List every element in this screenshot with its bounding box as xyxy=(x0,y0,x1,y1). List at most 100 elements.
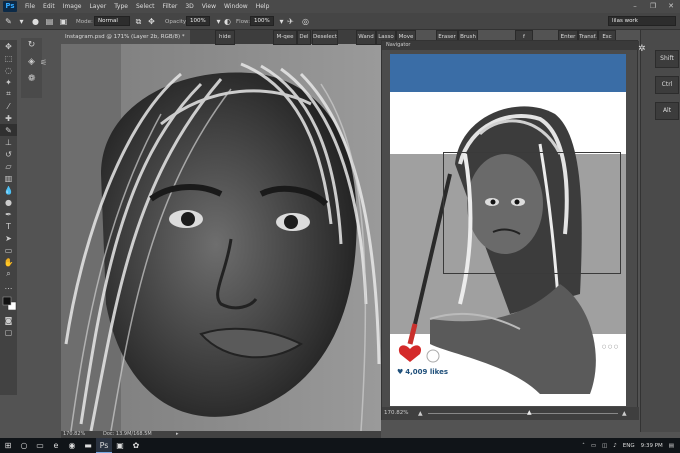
delete-shortcut-button[interactable]: Del xyxy=(297,30,311,45)
menu-edit[interactable]: Edit xyxy=(39,3,59,10)
type-tool-icon[interactable]: T xyxy=(0,220,17,232)
toggle-brush-panel-icon[interactable]: ▣ xyxy=(58,16,69,27)
firefox-icon[interactable]: ◉ xyxy=(64,438,80,453)
menu-layer[interactable]: Layer xyxy=(85,3,110,10)
more-tools-icon[interactable]: … xyxy=(0,280,17,292)
close-button[interactable]: ✕ xyxy=(662,0,680,13)
blur-tool-icon[interactable]: 💧 xyxy=(0,184,17,196)
navigator-zoom[interactable]: 170.82% xyxy=(384,410,408,416)
gear-icon[interactable]: ✲ xyxy=(638,44,650,56)
zoom-level[interactable]: 170.82% xyxy=(63,431,85,438)
pen-tool-icon[interactable]: ✒ xyxy=(0,208,17,220)
menu-3d[interactable]: 3D xyxy=(181,3,197,10)
document-tab[interactable]: Instagram.psd @ 171% (Layer 2b, RGB/8) *… xyxy=(61,30,191,44)
zoom-slider[interactable] xyxy=(428,413,618,414)
store-icon[interactable]: ▣ xyxy=(112,438,128,453)
zoom-in-icon[interactable]: ▲ xyxy=(622,410,627,417)
opacity-field[interactable]: 100% xyxy=(186,16,210,26)
magic-wand-icon[interactable]: ✦ xyxy=(0,76,17,88)
menu-view[interactable]: View xyxy=(198,3,220,10)
shift-key-button[interactable]: Shift xyxy=(655,50,679,68)
move-tool-icon[interactable]: ✥ xyxy=(0,40,17,52)
battery-icon[interactable]: ▭ xyxy=(591,443,596,449)
brush-tool-icon[interactable]: ✎ xyxy=(3,16,14,27)
dodge-tool-icon[interactable]: ● xyxy=(0,196,17,208)
zoom-out-icon[interactable]: ▲ xyxy=(418,410,423,417)
menu-select[interactable]: Select xyxy=(132,3,159,10)
zoom-slider-handle[interactable]: ▲ xyxy=(527,409,532,416)
pressure-size-icon[interactable]: ◎ xyxy=(300,16,311,27)
hand-tool-icon[interactable]: ✋ xyxy=(0,256,17,268)
airbrush-icon[interactable]: ✈ xyxy=(285,16,296,27)
tray-up-chevron-icon[interactable]: ˄ xyxy=(582,443,585,449)
lasso-tool-icon[interactable]: ◌ xyxy=(0,64,17,76)
layers-icon[interactable]: ◈ xyxy=(21,55,42,69)
brush-settings-icon[interactable]: ▤ xyxy=(44,16,55,27)
carousel-dots: ○ ○ ○ xyxy=(602,344,619,350)
history-brush-icon[interactable]: ↺ xyxy=(0,148,17,160)
navigator-view-box[interactable] xyxy=(443,152,621,274)
crop-tool-icon[interactable]: ⌗ xyxy=(0,88,17,100)
marquee-shortcut-button[interactable]: M-qee xyxy=(273,30,297,45)
menu-type[interactable]: Type xyxy=(110,3,132,10)
color-swatches-icon[interactable] xyxy=(0,292,17,314)
clone-stamp-icon[interactable]: ⊥ xyxy=(0,136,17,148)
marquee-tool-icon[interactable]: ⬚ xyxy=(0,52,17,64)
task-view-icon[interactable]: ▭ xyxy=(32,438,48,453)
navigator-title: Navigator xyxy=(386,42,411,48)
document-canvas[interactable] xyxy=(61,44,381,431)
move-arrows-icon[interactable]: ✥ xyxy=(146,16,157,27)
menu-help[interactable]: Help xyxy=(252,3,274,10)
photoshop-taskbar-icon[interactable]: Ps xyxy=(96,438,112,453)
ctrl-key-button[interactable]: Ctrl xyxy=(655,76,679,94)
document-title: Instagram.psd @ 171% (Layer 2b, RGB/8) * xyxy=(65,34,185,40)
eraser-tool-icon[interactable]: ▱ xyxy=(0,160,17,172)
menu-filter[interactable]: Filter xyxy=(159,3,182,10)
navigator-preview[interactable]: ♥ 4,009 likes ○ ○ ○ xyxy=(390,54,626,406)
screen-mode-icon[interactable]: ▢ xyxy=(0,326,17,338)
menu-bar: Ps File Edit Image Layer Type Select Fil… xyxy=(0,0,680,13)
menu-window[interactable]: Window xyxy=(220,3,252,10)
zoom-tool-icon[interactable]: ⌕ xyxy=(0,268,17,280)
shape-tool-icon[interactable]: ▭ xyxy=(0,244,17,256)
volume-icon[interactable]: ♪ xyxy=(613,443,617,449)
history-icon[interactable]: ↻ xyxy=(21,38,42,52)
minimize-button[interactable]: – xyxy=(626,0,644,13)
windows-taskbar: ⊞ ○ ▭ e ◉ ▬ Ps ▣ ✿ ˄ ▭ ◫ ♪ ENG 9:39 PM ▤ xyxy=(0,438,680,453)
workspace-select[interactable]: lilas work xyxy=(608,16,676,26)
start-windows-icon[interactable]: ⊞ xyxy=(0,438,16,453)
navigator-header[interactable]: Navigator xyxy=(382,41,639,50)
brush-tool-icon[interactable]: ✎ xyxy=(0,124,17,136)
likes-heart-icon: ♥ xyxy=(397,368,404,376)
quick-mask-icon[interactable]: ◙ xyxy=(0,314,17,326)
healing-brush-icon[interactable]: ✚ xyxy=(0,112,17,124)
notifications-icon[interactable]: ▤ xyxy=(669,443,674,449)
clock[interactable]: 9:39 PM xyxy=(641,443,663,449)
alt-key-button[interactable]: Alt xyxy=(655,102,679,120)
tab-close-icon[interactable]: × xyxy=(189,34,190,40)
menu-file[interactable]: File xyxy=(21,3,39,10)
hide-shortcut-button[interactable]: hide xyxy=(215,30,235,45)
eyedropper-icon[interactable]: ⁄ xyxy=(0,100,17,112)
flow-field[interactable]: 100% xyxy=(250,16,274,26)
language-indicator[interactable]: ENG xyxy=(623,443,635,449)
gradient-tool-icon[interactable]: ▥ xyxy=(0,172,17,184)
chevron-down-icon[interactable]: ▾ xyxy=(16,16,27,27)
brush-size-icon[interactable]: ● xyxy=(30,16,41,27)
arrange-icon[interactable]: ⧉ xyxy=(133,16,144,27)
mode-select[interactable]: Normal xyxy=(94,16,130,26)
menu-image[interactable]: Image xyxy=(59,3,86,10)
search-icon[interactable]: ○ xyxy=(16,438,32,453)
file-explorer-icon[interactable]: ▬ xyxy=(80,438,96,453)
chevron-right-icon[interactable]: ▸ xyxy=(176,431,179,438)
pressure-opacity-icon[interactable]: ◐ xyxy=(222,16,233,27)
wand-shortcut-button[interactable]: Wand xyxy=(356,30,376,45)
edge-icon[interactable]: e xyxy=(48,438,64,453)
network-icon[interactable]: ◫ xyxy=(602,443,607,449)
path-selection-icon[interactable]: ➤ xyxy=(0,232,17,244)
settings-icon[interactable]: ✿ xyxy=(128,438,144,453)
restore-button[interactable]: ❐ xyxy=(644,0,662,13)
brush-presets-icon[interactable]: ❁ xyxy=(21,72,42,86)
adjustments-icon[interactable]: ⚟ xyxy=(40,58,58,74)
deselect-shortcut-button[interactable]: Deselect xyxy=(312,30,338,45)
